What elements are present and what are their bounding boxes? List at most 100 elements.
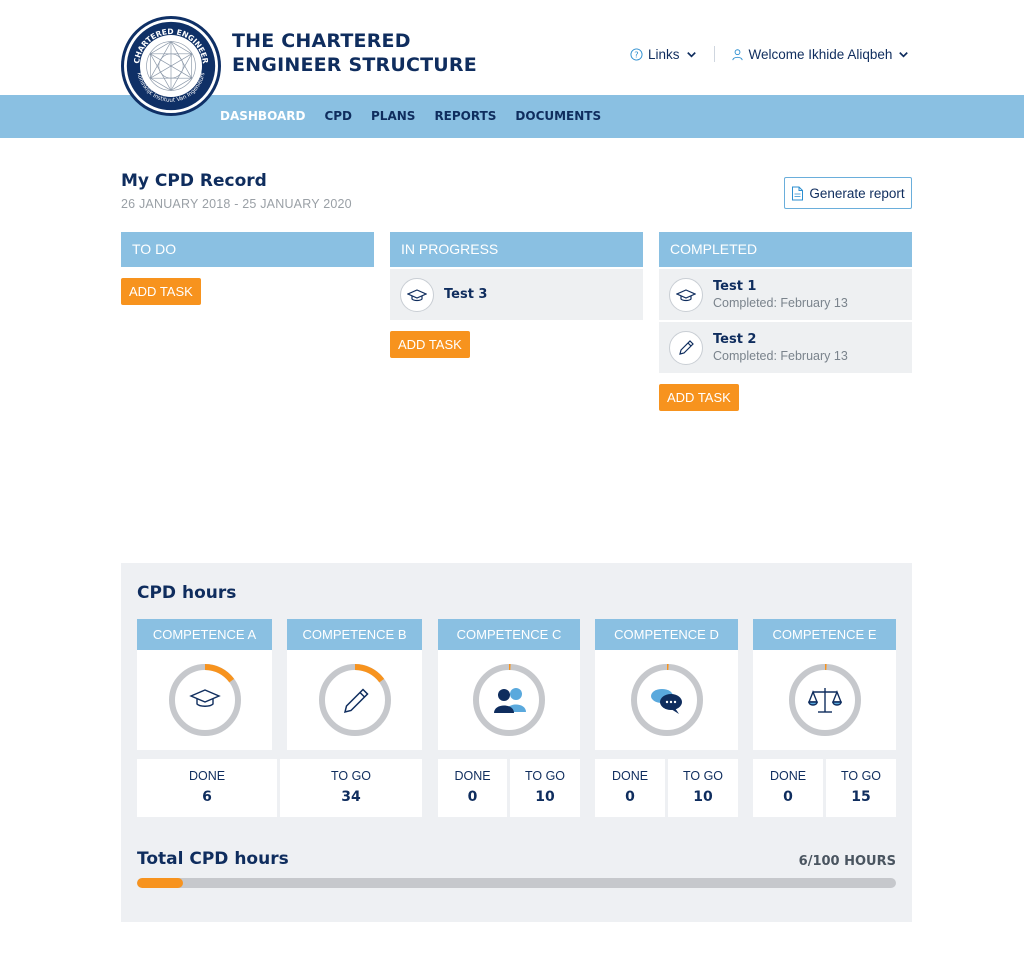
nav-plans[interactable]: PLANS [371, 95, 415, 138]
people-icon [494, 688, 526, 713]
cpd-hours-title: CPD hours [137, 583, 237, 603]
competence-c-card[interactable]: COMPETENCE C [438, 619, 580, 750]
chevron-down-icon [686, 51, 696, 58]
progress-ring [318, 664, 391, 736]
to-go-value: 15 [851, 789, 871, 805]
links-label: Links [648, 46, 680, 62]
generate-report-label: Generate report [809, 185, 905, 201]
to-go-label: TO GO [524, 769, 566, 783]
chartered-engineer-logo[interactable]: CHARTERED ENGINEER Koninklijk Instituut … [121, 16, 221, 116]
total-progress-fill [137, 878, 183, 888]
competence-d-card[interactable]: COMPETENCE D [595, 619, 738, 750]
user-welcome-label: Welcome Ikhide Aliqbeh [748, 46, 893, 62]
nav-cpd[interactable]: CPD [324, 95, 352, 138]
done-value: 0 [783, 789, 793, 805]
column-header: IN PROGRESS [390, 232, 643, 267]
progress-ring [630, 664, 703, 736]
user-icon [731, 48, 743, 60]
competence-ring-box [287, 650, 422, 750]
top-right-menu: ? Links Welcome Ikhide Aliqbeh [630, 46, 910, 62]
to-go-value: 10 [693, 789, 713, 805]
progress-ring [473, 664, 545, 736]
to-go-label: TO GO [330, 769, 372, 783]
to-go-cell: TO GO 10 [668, 759, 738, 817]
task-card[interactable]: Test 2 Completed: February 13 [659, 322, 912, 373]
task-card[interactable]: Test 1 Completed: February 13 [659, 269, 912, 320]
done-label: DONE [769, 769, 807, 783]
help-circle-icon: ? [630, 47, 643, 61]
to-go-value: 10 [535, 789, 555, 805]
site-title: THE CHARTERED ENGINEER STRUCTURE [232, 29, 477, 77]
nav-reports[interactable]: REPORTS [434, 95, 496, 138]
graduation-cap-icon [407, 288, 427, 301]
record-date-range: 26 JANUARY 2018 - 25 JANUARY 2020 [121, 197, 352, 211]
menu-divider [713, 46, 715, 62]
total-cpd-title: Total CPD hours [137, 849, 289, 869]
to-go-label: TO GO [840, 769, 882, 783]
site-title-line1: THE CHARTERED [232, 30, 411, 52]
done-label: DONE [611, 769, 649, 783]
competence-b-card[interactable]: COMPETENCE B [287, 619, 422, 750]
done-value: 0 [625, 789, 635, 805]
column-to-do: TO DO ADD TASK [121, 232, 374, 305]
graduation-cap-icon [188, 689, 221, 707]
done-label: DONE [188, 769, 226, 783]
total-progress-bar [137, 878, 896, 888]
done-label: DONE [454, 769, 491, 783]
scales-icon [807, 688, 842, 713]
competence-name: COMPETENCE D [595, 619, 738, 650]
competence-name: COMPETENCE A [137, 619, 272, 650]
cpd-hours-panel: CPD hours COMPETENCE A COMPETENCE B COMP… [121, 563, 912, 922]
document-icon [792, 186, 804, 200]
done-cell: DONE 0 [595, 759, 665, 817]
add-task-button[interactable]: ADD TASK [390, 331, 470, 358]
done-value: 0 [467, 789, 478, 805]
add-task-button[interactable]: ADD TASK [659, 384, 739, 411]
pencil-icon [343, 688, 369, 714]
generate-report-button[interactable]: Generate report [784, 177, 912, 209]
user-dropdown[interactable]: Welcome Ikhide Aliqbeh [731, 47, 911, 62]
competence-name: COMPETENCE C [438, 619, 580, 650]
competence-ring-box [595, 650, 738, 750]
to-go-cell: TO GO 15 [826, 759, 896, 817]
graduation-cap-icon [676, 288, 696, 301]
chevron-down-icon [899, 51, 909, 58]
competence-a-stats: DONE 6 TO GO 34 [137, 759, 422, 817]
task-icon-circle [400, 277, 434, 312]
competence-ring-box [753, 650, 896, 750]
competence-name: COMPETENCE B [287, 619, 422, 650]
task-card[interactable]: Test 3 [390, 269, 643, 320]
add-task-button[interactable]: ADD TASK [121, 278, 201, 305]
nav-documents[interactable]: DOCUMENTS [515, 95, 601, 138]
column-completed: COMPLETED Test 1 Completed: February 13 … [659, 232, 912, 411]
task-name: Test 2 [713, 332, 757, 347]
total-cpd-value: 6/100 HOURS [798, 854, 896, 869]
column-header: TO DO [121, 232, 374, 267]
competence-d-stats: DONE 0 TO GO 10 [595, 759, 738, 817]
competence-name: COMPETENCE E [753, 619, 896, 650]
competence-a-card[interactable]: COMPETENCE A [137, 619, 272, 750]
task-name: Test 3 [444, 287, 488, 302]
page-title: My CPD Record [121, 171, 267, 191]
site-title-line2: ENGINEER STRUCTURE [232, 54, 477, 76]
task-name: Test 1 [713, 279, 757, 294]
nav-dashboard[interactable]: DASHBOARD [220, 95, 305, 138]
progress-ring [168, 664, 241, 736]
competence-e-card[interactable]: COMPETENCE E [753, 619, 896, 750]
links-dropdown[interactable]: ? Links [630, 47, 698, 62]
site-header: CHARTERED ENGINEER Koninklijk Instituut … [0, 0, 1024, 116]
to-go-value: 34 [341, 789, 361, 805]
progress-ring [788, 664, 861, 736]
competence-ring-box [438, 650, 580, 750]
competence-c-stats: DONE 0 TO GO 10 [438, 759, 580, 817]
task-icon-circle [669, 277, 703, 312]
done-value: 6 [202, 789, 212, 805]
task-completed-date: Completed: February 13 [713, 349, 848, 363]
competence-ring-box [137, 650, 272, 750]
svg-text:?: ? [634, 49, 638, 59]
task-icon-circle [669, 330, 703, 365]
pencil-icon [679, 339, 694, 355]
done-cell: DONE 0 [753, 759, 823, 817]
chat-icon [650, 689, 682, 714]
column-header: COMPLETED [659, 232, 912, 267]
